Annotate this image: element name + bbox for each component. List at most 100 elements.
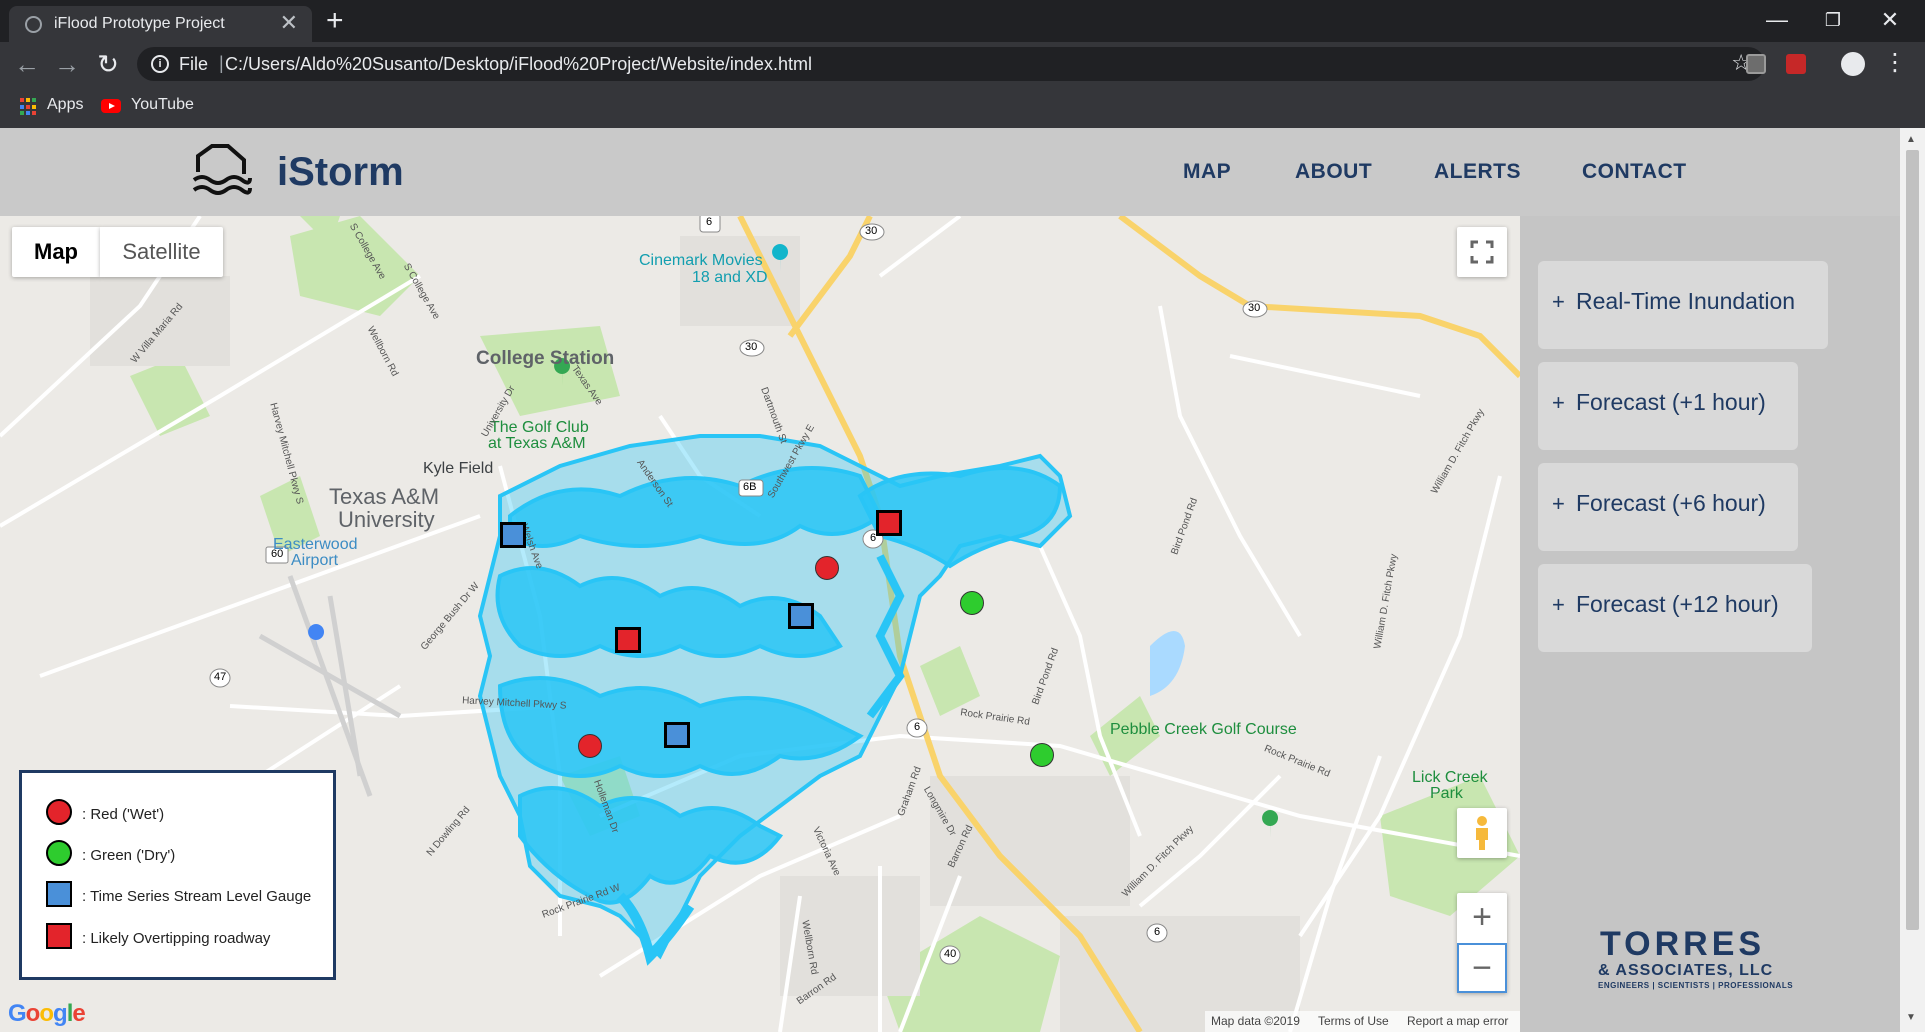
legend-label: : Time Series Stream Level Gauge bbox=[82, 888, 312, 905]
plus-icon: + bbox=[1552, 592, 1565, 617]
torres-logo-title: TORRES bbox=[1600, 925, 1766, 963]
tab-title: iFlood Prototype Project bbox=[54, 15, 225, 32]
google-letter: g bbox=[53, 1000, 68, 1027]
report-map-error-link[interactable]: Report a map error bbox=[1407, 1014, 1508, 1028]
pdf-extension-icon[interactable] bbox=[1786, 54, 1806, 74]
reload-icon[interactable]: ↻ bbox=[94, 50, 122, 78]
marker-stream-gauge[interactable] bbox=[500, 522, 526, 548]
street-view-button[interactable] bbox=[1457, 808, 1507, 858]
map-type-satellite-button[interactable]: Satellite bbox=[100, 227, 223, 277]
zoom-out-button[interactable]: − bbox=[1457, 943, 1507, 993]
window-close-button[interactable]: ✕ bbox=[1870, 6, 1910, 34]
legend-label: : Red ('Wet') bbox=[82, 806, 165, 823]
marker-stream-gauge[interactable] bbox=[788, 603, 814, 629]
marker-overtopping-road[interactable] bbox=[876, 510, 902, 536]
zoom-in-button[interactable]: + bbox=[1457, 893, 1507, 943]
bookmark-apps[interactable]: Apps bbox=[47, 96, 83, 114]
brand-title[interactable]: iStorm bbox=[277, 150, 404, 195]
page-scrollbar[interactable]: ▲ ▼ bbox=[1900, 128, 1925, 1032]
scroll-thumb[interactable] bbox=[1906, 150, 1919, 930]
layer-label: Real-Time Inundation bbox=[1576, 288, 1796, 314]
torres-logo-subtitle: & ASSOCIATES, LLC bbox=[1598, 962, 1774, 979]
extension-icon[interactable] bbox=[1746, 54, 1766, 74]
pond bbox=[1150, 631, 1185, 696]
browser-toolbar: ← → ↻ i File | C:/Users/Aldo%20Susanto/D… bbox=[0, 42, 1925, 86]
scroll-down-icon[interactable]: ▼ bbox=[1906, 1012, 1916, 1023]
label-cinemark-1: Cinemark Movies bbox=[639, 252, 763, 269]
address-bar[interactable]: i File | C:/Users/Aldo%20Susanto/Desktop… bbox=[137, 47, 1765, 81]
label-cinemark-2: 18 and XD bbox=[692, 269, 768, 286]
google-letter: o bbox=[25, 1000, 41, 1027]
shield-6-low: 6 bbox=[914, 721, 921, 733]
map-type-map-button[interactable]: Map bbox=[12, 227, 100, 277]
legend-label: : Likely Overtipping roadway bbox=[82, 930, 271, 947]
label-easterwood-2: Airport bbox=[291, 552, 339, 569]
red-square-icon bbox=[46, 923, 72, 949]
plus-icon: + bbox=[1552, 289, 1565, 314]
shield-6-bottom: 6 bbox=[1154, 926, 1161, 938]
layer-forecast-12h[interactable]: + Forecast (+12 hour) bbox=[1538, 564, 1812, 652]
nav-contact[interactable]: CONTACT bbox=[1582, 160, 1687, 184]
zoom-control: + − bbox=[1457, 893, 1507, 993]
marker-stream-gauge[interactable] bbox=[664, 722, 690, 748]
label-lick-creek-2: Park bbox=[1430, 785, 1463, 802]
marker-wet[interactable] bbox=[815, 556, 839, 580]
fullscreen-icon bbox=[1470, 240, 1494, 264]
shield-30-mid: 30 bbox=[745, 341, 758, 353]
restore-button[interactable]: ❐ bbox=[1813, 6, 1853, 34]
shield-6-top: 6 bbox=[706, 216, 713, 228]
nav-map[interactable]: MAP bbox=[1183, 160, 1231, 184]
google-logo[interactable]: Google bbox=[8, 1000, 86, 1028]
shield-40: 40 bbox=[944, 948, 957, 960]
terms-of-use-link[interactable]: Terms of Use bbox=[1318, 1014, 1389, 1028]
map-canvas[interactable]: 6 30 30 30 6B 6 6 6 60 47 40 College Sta… bbox=[0, 216, 1520, 1032]
new-tab-button[interactable]: + bbox=[326, 4, 344, 38]
google-letter: G bbox=[8, 1000, 27, 1027]
torres-associates-logo: TORRES & ASSOCIATES, LLC ENGINEERS | SCI… bbox=[1596, 925, 1793, 995]
bookmark-youtube[interactable]: YouTube bbox=[131, 96, 194, 114]
label-golf-club-2: at Texas A&M bbox=[488, 435, 586, 452]
torres-logo-tagline: ENGINEERS | SCIENTISTS | PROFESSIONALS bbox=[1598, 981, 1794, 990]
map-legend: : Red ('Wet') : Green ('Dry') : Time Ser… bbox=[19, 770, 336, 980]
blue-square-icon bbox=[46, 881, 72, 907]
map-data-attribution: Map data ©2019 bbox=[1211, 1014, 1300, 1028]
layer-forecast-1h[interactable]: + Forecast (+1 hour) bbox=[1538, 362, 1798, 450]
marker-overtopping-road[interactable] bbox=[615, 627, 641, 653]
label-tamu-2: University bbox=[338, 507, 435, 532]
marker-dry[interactable] bbox=[1030, 743, 1054, 767]
nav-alerts[interactable]: ALERTS bbox=[1434, 160, 1521, 184]
house-flood-icon bbox=[192, 144, 252, 195]
green-circle-icon bbox=[46, 840, 72, 866]
nav-about[interactable]: ABOUT bbox=[1295, 160, 1372, 184]
google-letter: e bbox=[72, 1000, 85, 1027]
marker-wet[interactable] bbox=[578, 734, 602, 758]
url-text[interactable]: C:/Users/Aldo%20Susanto/Desktop/iFlood%2… bbox=[225, 54, 812, 75]
youtube-icon bbox=[101, 99, 121, 113]
profile-icon[interactable] bbox=[1841, 52, 1865, 76]
browser-tab[interactable]: iFlood Prototype Project ✕ bbox=[9, 6, 312, 42]
fullscreen-button[interactable] bbox=[1457, 227, 1507, 277]
legend-label: : Green ('Dry') bbox=[82, 847, 176, 864]
pegman-icon bbox=[1476, 816, 1488, 850]
tab-close-icon[interactable]: ✕ bbox=[280, 12, 298, 34]
url-scheme-label: File bbox=[179, 54, 209, 74]
layer-forecast-6h[interactable]: + Forecast (+6 hour) bbox=[1538, 463, 1798, 551]
layer-label: Forecast (+12 hour) bbox=[1576, 591, 1779, 617]
forward-arrow-icon[interactable]: → bbox=[53, 50, 81, 78]
marker-dry[interactable] bbox=[960, 591, 984, 615]
shield-6b: 6B bbox=[743, 481, 757, 493]
apps-grid-icon bbox=[20, 98, 38, 116]
plus-icon: + bbox=[1552, 390, 1565, 415]
shield-30-right: 30 bbox=[1248, 302, 1261, 314]
menu-dots-icon[interactable]: ⋮ bbox=[1883, 50, 1907, 76]
label-college-station: College Station bbox=[476, 348, 615, 369]
minimize-button[interactable]: — bbox=[1757, 6, 1797, 34]
shield-30-top: 30 bbox=[865, 225, 878, 237]
bookmarks-bar: Apps YouTube bbox=[0, 86, 1925, 128]
scroll-up-icon[interactable]: ▲ bbox=[1906, 134, 1916, 145]
tab-strip: iFlood Prototype Project ✕ + — ❐ ✕ bbox=[0, 0, 1925, 42]
back-arrow-icon[interactable]: ← bbox=[13, 50, 41, 78]
info-icon[interactable]: i bbox=[151, 55, 169, 73]
google-letter: o bbox=[39, 1000, 54, 1027]
layer-real-time-inundation[interactable]: + Real-Time Inundation bbox=[1538, 261, 1828, 349]
